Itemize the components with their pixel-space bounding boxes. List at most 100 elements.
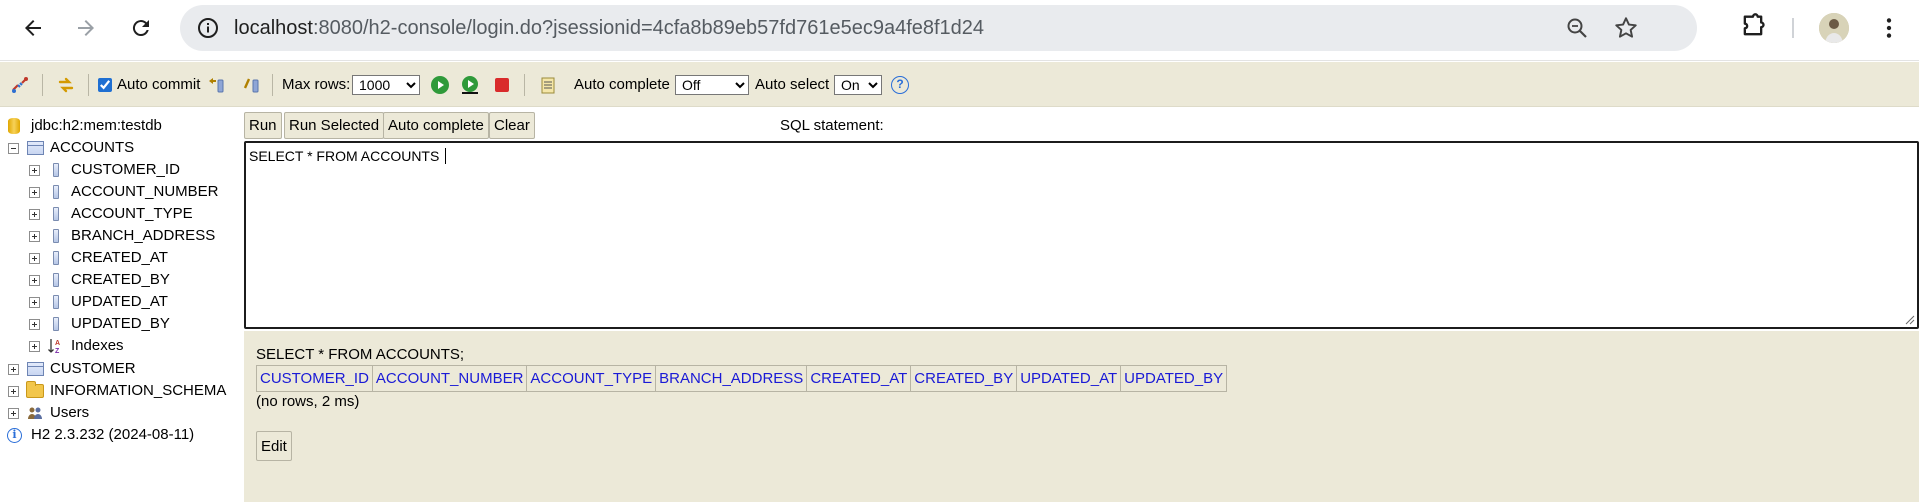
auto-select-control[interactable]: On bbox=[834, 62, 882, 107]
run-selected-icon[interactable] bbox=[460, 75, 480, 95]
tree-column[interactable]: BRANCH_ADDRESS bbox=[29, 225, 215, 247]
auto-commit-toggle[interactable]: Auto commit bbox=[98, 62, 200, 107]
auto-commit-checkbox[interactable] bbox=[98, 77, 112, 92]
tree-indexes[interactable]: AZ Indexes bbox=[29, 335, 124, 357]
clear-button[interactable]: Clear bbox=[489, 112, 535, 139]
column-icon bbox=[47, 206, 65, 222]
run-selected-button[interactable]: Run Selected bbox=[284, 112, 385, 139]
run-button[interactable]: Run bbox=[244, 112, 282, 139]
expand-icon[interactable] bbox=[29, 164, 40, 176]
help-icon: ? bbox=[891, 75, 909, 94]
column-icon bbox=[47, 228, 65, 244]
tree-table-customer[interactable]: CUSTOMER bbox=[8, 358, 136, 380]
column-label: UPDATED_AT bbox=[71, 293, 168, 310]
sql-statement-label: SQL statement: bbox=[780, 117, 884, 134]
expand-icon[interactable] bbox=[29, 340, 40, 352]
auto-complete-button[interactable]: Auto complete bbox=[383, 112, 489, 139]
reload-button[interactable] bbox=[123, 10, 159, 46]
result-column-header[interactable]: CREATED_BY bbox=[910, 365, 1018, 392]
expand-icon[interactable] bbox=[8, 385, 19, 397]
refresh-icon[interactable] bbox=[56, 75, 76, 95]
menu-kebab-icon[interactable] bbox=[1876, 13, 1902, 43]
column-icon bbox=[47, 272, 65, 288]
history-icon[interactable] bbox=[538, 75, 558, 95]
url-text[interactable]: localhost:8080/h2-console/login.do?jsess… bbox=[234, 5, 984, 51]
result-column-header[interactable]: CUSTOMER_ID bbox=[256, 365, 373, 392]
result-table: CUSTOMER_ID ACCOUNT_NUMBER ACCOUNT_TYPE … bbox=[256, 365, 1228, 392]
auto-commit-label: Auto commit bbox=[117, 76, 201, 93]
expand-icon[interactable] bbox=[29, 318, 40, 330]
tree-users[interactable]: Users bbox=[8, 402, 89, 424]
table-icon bbox=[26, 140, 44, 156]
results-panel: SELECT * FROM ACCOUNTS; CUSTOMER_ID ACCO… bbox=[244, 331, 1919, 502]
auto-select-select[interactable]: On bbox=[834, 74, 882, 95]
sql-editor[interactable]: SELECT * FROM ACCOUNTS bbox=[244, 141, 1919, 329]
tree-column[interactable]: UPDATED_AT bbox=[29, 291, 168, 313]
tree-connection[interactable]: jdbc:h2:mem:testdb bbox=[7, 115, 162, 137]
resize-grip-icon[interactable] bbox=[1903, 313, 1915, 325]
column-icon bbox=[47, 250, 65, 266]
url-host: localhost bbox=[234, 17, 313, 39]
address-bar[interactable]: localhost:8080/h2-console/login.do?jsess… bbox=[180, 5, 1697, 51]
column-label: CUSTOMER_ID bbox=[71, 161, 180, 178]
tree-column[interactable]: ACCOUNT_NUMBER bbox=[29, 181, 219, 203]
collapse-icon[interactable] bbox=[8, 142, 19, 154]
max-rows-select[interactable]: 1000 bbox=[352, 74, 420, 95]
tree-information-schema[interactable]: INFORMATION_SCHEMA bbox=[8, 380, 226, 402]
expand-icon[interactable] bbox=[29, 208, 40, 220]
back-button[interactable] bbox=[15, 10, 51, 46]
site-info-icon[interactable] bbox=[196, 16, 220, 40]
reload-icon bbox=[132, 20, 149, 37]
run-icon[interactable] bbox=[430, 75, 450, 95]
column-label: ACCOUNT_TYPE bbox=[71, 205, 193, 222]
edit-button[interactable]: Edit bbox=[256, 431, 292, 461]
zoom-icon[interactable] bbox=[1565, 16, 1589, 40]
expand-icon[interactable] bbox=[29, 274, 40, 286]
profile-avatar[interactable] bbox=[1819, 13, 1849, 43]
expand-icon[interactable] bbox=[29, 186, 40, 198]
sql-text: SELECT * FROM ACCOUNTS bbox=[249, 148, 444, 164]
forward-button[interactable] bbox=[68, 10, 104, 46]
toolbar-divider bbox=[1792, 18, 1794, 38]
result-column-header[interactable]: ACCOUNT_NUMBER bbox=[371, 365, 528, 392]
tree-column[interactable]: CREATED_BY bbox=[29, 269, 170, 291]
info-icon: i bbox=[7, 427, 22, 443]
result-column-header[interactable]: CREATED_AT bbox=[806, 365, 912, 392]
expand-icon[interactable] bbox=[29, 296, 40, 308]
bookmark-star-icon[interactable] bbox=[1613, 15, 1639, 41]
expand-icon[interactable] bbox=[29, 230, 40, 242]
expand-icon[interactable] bbox=[8, 407, 19, 419]
result-header-row: CUSTOMER_ID ACCOUNT_NUMBER ACCOUNT_TYPE … bbox=[256, 365, 1228, 392]
query-button-bar: Run Run Selected Auto complete Clear SQL… bbox=[244, 108, 1919, 141]
result-column-header[interactable]: BRANCH_ADDRESS bbox=[655, 365, 808, 392]
auto-select-label: Auto select bbox=[755, 76, 830, 93]
disconnect-icon[interactable] bbox=[10, 75, 30, 95]
folder-icon bbox=[26, 381, 44, 399]
extensions-icon[interactable] bbox=[1739, 12, 1767, 40]
database-icon bbox=[7, 118, 21, 134]
help-button[interactable]: ? bbox=[891, 62, 909, 107]
tree-table-accounts[interactable]: ACCOUNTS bbox=[8, 137, 134, 159]
rollback-icon[interactable] bbox=[206, 75, 226, 95]
auto-complete-select[interactable]: Off bbox=[675, 74, 749, 95]
auto-complete-control[interactable]: Off bbox=[675, 62, 749, 107]
commit-icon[interactable] bbox=[242, 75, 262, 95]
version-label: H2 2.3.232 (2024-08-11) bbox=[31, 426, 195, 443]
column-label: CREATED_BY bbox=[71, 271, 170, 288]
tree-column[interactable]: CUSTOMER_ID bbox=[29, 159, 180, 181]
toolbar-separator bbox=[524, 74, 525, 96]
tree-column[interactable]: CREATED_AT bbox=[29, 247, 168, 269]
max-rows-control[interactable]: 1000 bbox=[352, 62, 420, 107]
index-sort-icon: AZ bbox=[47, 338, 65, 355]
result-column-header[interactable]: UPDATED_BY bbox=[1120, 365, 1228, 392]
browser-toolbar: localhost:8080/h2-console/login.do?jsess… bbox=[0, 0, 1919, 61]
expand-icon[interactable] bbox=[29, 252, 40, 264]
column-label: ACCOUNT_NUMBER bbox=[71, 183, 219, 200]
result-column-header[interactable]: ACCOUNT_TYPE bbox=[526, 365, 657, 392]
expand-icon[interactable] bbox=[8, 363, 19, 375]
sql-editor-text[interactable]: SELECT * FROM ACCOUNTS bbox=[249, 148, 447, 164]
stop-icon[interactable] bbox=[492, 75, 512, 95]
tree-column[interactable]: UPDATED_BY bbox=[29, 313, 170, 335]
result-column-header[interactable]: UPDATED_AT bbox=[1016, 365, 1122, 392]
tree-column[interactable]: ACCOUNT_TYPE bbox=[29, 203, 193, 225]
